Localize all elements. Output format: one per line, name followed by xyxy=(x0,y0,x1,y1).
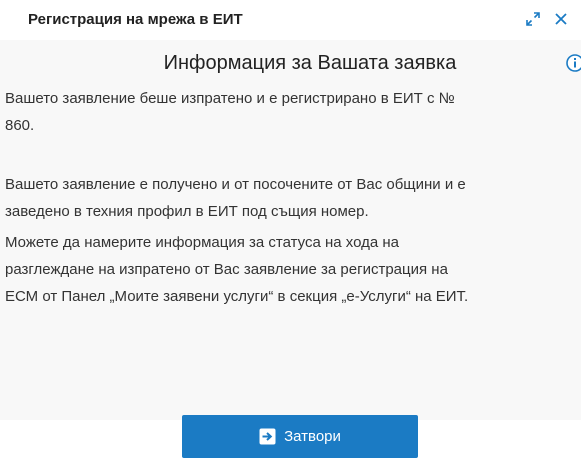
close-icon[interactable] xyxy=(550,8,572,30)
text-line: ЕСМ от Панел „Моите заявени услуги“ в се… xyxy=(5,288,469,305)
text-line: Вашето заявление е получено и от посочен… xyxy=(5,176,466,193)
close-button[interactable]: Затвори xyxy=(182,415,418,458)
text-line: Можете да намерите информация за статуса… xyxy=(5,234,400,251)
dialog-title: Регистрация на мрежа в ЕИТ xyxy=(28,11,243,28)
text-line: Вашето заявление беше изпратено и е реги… xyxy=(5,90,455,107)
status-info-text: Можете да намерите информация за статуса… xyxy=(5,229,581,310)
dialog-content: Информация за Вашата заявка Вашето заявл… xyxy=(0,40,581,420)
info-icon[interactable] xyxy=(566,54,581,72)
registration-dialog: Регистрация на мрежа в ЕИТ Информация за… xyxy=(0,0,581,460)
text-line: заведено в техния профил в ЕИТ под същия… xyxy=(5,203,369,220)
text-line: разглеждане на изпратено от Вас заявлени… xyxy=(5,261,448,278)
text-line: 860. xyxy=(5,117,35,134)
close-button-label: Затвори xyxy=(284,428,341,445)
registration-number-text: Вашето заявление беше изпратено и е реги… xyxy=(5,85,581,139)
info-heading: Информация за Вашата заявка xyxy=(163,52,457,74)
expand-icon[interactable] xyxy=(522,8,544,30)
municipality-text: Вашето заявление е получено и от посочен… xyxy=(5,171,581,225)
dialog-titlebar: Регистрация на мрежа в ЕИТ xyxy=(0,0,581,40)
arrow-right-square-icon xyxy=(259,428,276,445)
